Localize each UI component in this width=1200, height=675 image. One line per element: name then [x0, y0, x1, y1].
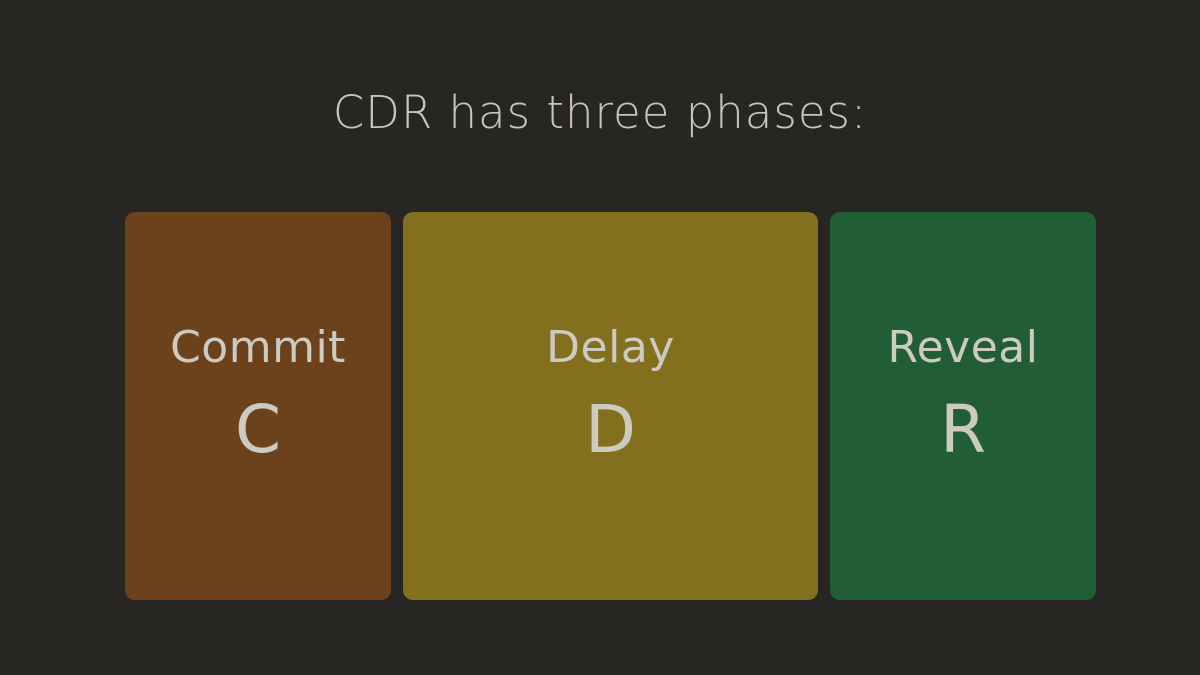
phase-card-commit: Commit C — [125, 212, 391, 600]
phase-letter-commit: C — [234, 391, 282, 468]
phase-letter-reveal: R — [940, 391, 986, 468]
phase-name-commit: Commit — [170, 322, 346, 373]
slide: CDR has three phases: Commit C Delay D R… — [0, 0, 1200, 675]
phase-card-reveal: Reveal R — [830, 212, 1096, 600]
phase-name-delay: Delay — [546, 322, 675, 373]
phase-letter-delay: D — [585, 391, 636, 468]
phase-card-delay: Delay D — [403, 212, 818, 600]
phase-name-reveal: Reveal — [887, 322, 1039, 373]
slide-title: CDR has three phases: — [332, 86, 868, 139]
